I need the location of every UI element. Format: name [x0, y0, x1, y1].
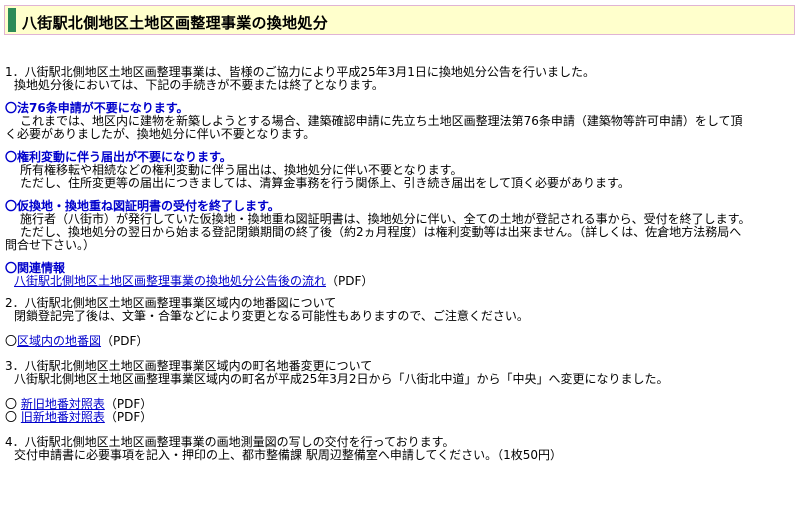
lot-map-pdf-link[interactable]: 区域内の地番図	[17, 334, 101, 348]
rights-line2: ただし、住所変更等の届出につきましては、清算金事務を行う関係上、引き続き届出をし…	[20, 176, 630, 190]
pdf-label: （PDF）	[104, 410, 153, 424]
list-item: 〇 旧新地番対照表（PDF）	[5, 411, 790, 424]
section4-line2: 交付申請書に必要事項を記入・押印の上、都市整備課 駅周辺整備室へ申請してください…	[14, 448, 563, 462]
related-link-row: 八街駅北側地区土地区画整理事業の換地処分公告後の流れ（PDF）	[5, 275, 790, 288]
lot-map-row: 〇区域内の地番図（PDF）	[5, 335, 790, 348]
main-content: 1．八街駅北側地区土地区画整理事業は、皆様のご協力により平成25年3月1日に換地…	[5, 66, 790, 462]
cert-line2: ただし、換地処分の翌日から始まる登記閉鎖期間の終了後（約2ヵ月程度）は権利変動等…	[20, 225, 742, 239]
cert-line3: 問合せ下さい。）	[5, 238, 96, 252]
section1-line2: 換地処分後においては、下記の手続きが不要または終了となります。	[14, 78, 384, 92]
pdf-label: （PDF）	[101, 334, 149, 348]
section2-line2: 閉鎖登記完了後は、文筆・合筆などにより変更となる可能性もありますので、ご注意くだ…	[14, 309, 529, 323]
bullet-circle: 〇	[5, 410, 18, 424]
page-title: 八街駅北側地区土地区画整理事業の換地処分	[22, 14, 329, 32]
pdf-label: （PDF）	[104, 397, 153, 411]
page-title-bar: 八街駅北側地区土地区画整理事業の換地処分	[4, 5, 795, 35]
item76-line2: く必要がありましたが、換地処分に伴い不要となります。	[5, 127, 316, 141]
pdf-label: （PDF）	[326, 274, 374, 288]
section3-line2: 八街駅北側地区土地区画整理事業区域内の町名が平成25年3月2日から「八街北中道」…	[14, 372, 669, 386]
bullet-circle: 〇	[5, 397, 18, 411]
bullet-circle: 〇	[5, 334, 18, 348]
flow-after-notice-pdf-link[interactable]: 八街駅北側地区土地区画整理事業の換地処分公告後の流れ	[14, 274, 326, 288]
new-old-lot-table-link[interactable]: 新旧地番対照表	[21, 397, 105, 411]
title-accent-bar	[8, 8, 16, 32]
old-new-lot-table-link[interactable]: 旧新地番対照表	[21, 410, 105, 424]
